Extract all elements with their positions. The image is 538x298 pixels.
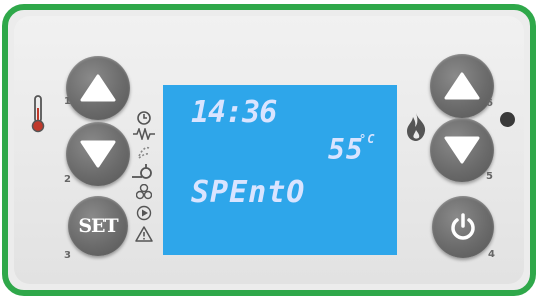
button-number-1: 1 — [64, 96, 71, 107]
fan-leaves-icon — [138, 146, 150, 159]
power-button[interactable] — [432, 196, 494, 258]
button-number-5: 5 — [486, 171, 493, 182]
resistor-icon — [133, 128, 155, 140]
clock-icon — [137, 111, 151, 125]
up-arrow-icon — [80, 74, 116, 102]
display-status: SPEntO — [191, 175, 306, 210]
play-icon — [136, 205, 152, 221]
button-number-6: 6 — [486, 98, 493, 109]
up-button-right[interactable] — [430, 54, 494, 118]
warning-icon — [135, 226, 153, 242]
up-button-left[interactable] — [66, 56, 130, 120]
display-time: 14:36 — [191, 95, 277, 130]
set-button[interactable]: SET — [68, 196, 128, 256]
pump-icon — [132, 164, 152, 179]
button-number-3: 3 — [64, 250, 71, 261]
lcd-display: 14:36 55 °C SPEntO — [163, 85, 397, 255]
thermometer-icon — [31, 95, 45, 133]
led-indicator — [500, 112, 515, 127]
down-button-right[interactable] — [430, 118, 494, 182]
button-number-2: 2 — [64, 174, 71, 185]
set-button-label: SET — [78, 215, 118, 237]
down-arrow-icon — [444, 136, 480, 164]
flame-icon — [407, 113, 426, 141]
up-arrow-icon — [444, 72, 480, 100]
fan-icon — [136, 184, 152, 200]
button-number-4: 4 — [488, 249, 495, 260]
down-arrow-icon — [80, 140, 116, 168]
power-icon — [451, 213, 475, 240]
display-temperature-unit: °C — [359, 132, 376, 146]
down-button-left[interactable] — [66, 122, 130, 186]
